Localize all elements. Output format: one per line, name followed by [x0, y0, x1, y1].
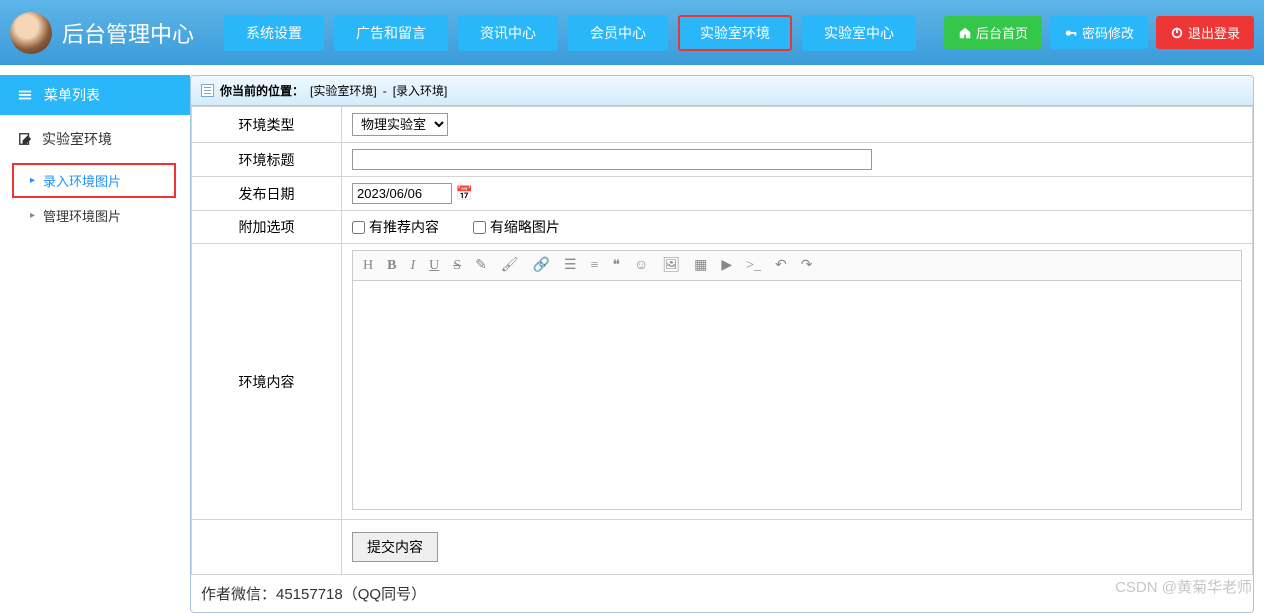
- breadcrumb-part1: [实验室环境]: [310, 82, 377, 99]
- nav-system-settings[interactable]: 系统设置: [224, 15, 324, 51]
- emoji-icon[interactable]: ☺: [634, 258, 648, 274]
- nav-ads-messages[interactable]: 广告和留言: [334, 15, 448, 51]
- logout-button[interactable]: 退出登录: [1156, 16, 1254, 49]
- breadcrumb-prefix: 你当前的位置：: [220, 82, 304, 99]
- extra-options-label: 附加选项: [192, 211, 342, 244]
- thumb-checkbox[interactable]: [473, 221, 486, 234]
- env-content-label: 环境内容: [192, 244, 342, 520]
- breadcrumb-part2: [录入环境]: [393, 82, 448, 99]
- menu-header-label: 菜单列表: [44, 85, 100, 105]
- env-type-label: 环境类型: [192, 107, 342, 143]
- app-title: 后台管理中心: [62, 17, 194, 49]
- menu-section-lab-env[interactable]: 实验室环境: [0, 115, 190, 163]
- brush-icon[interactable]: 🖌: [501, 257, 519, 274]
- nav-lab-env[interactable]: 实验室环境: [678, 15, 792, 51]
- home-icon: [958, 26, 972, 40]
- publish-date-label: 发布日期: [192, 177, 342, 211]
- undo-icon[interactable]: ↶: [775, 257, 787, 274]
- code-icon[interactable]: >_: [746, 258, 761, 274]
- submit-button[interactable]: 提交内容: [352, 532, 438, 562]
- bold-icon[interactable]: B: [387, 258, 396, 274]
- quote-icon[interactable]: ❝: [612, 257, 620, 274]
- recommend-checkbox-wrap[interactable]: 有推荐内容: [352, 217, 439, 237]
- sidebar: 菜单列表 实验室环境 ▸ 录入环境图片 ▸ 管理环境图片: [0, 65, 190, 613]
- thumb-label: 有缩略图片: [490, 217, 560, 237]
- italic-icon[interactable]: I: [410, 258, 415, 274]
- ordered-list-icon[interactable]: ≡: [591, 258, 599, 274]
- content-area: 你当前的位置： [实验室环境]-[录入环境] 环境类型 物理实验室 环境标题: [190, 65, 1264, 613]
- footer-text: 作者微信：45157718（QQ同号）: [191, 575, 1253, 612]
- redo-icon[interactable]: ↷: [801, 257, 813, 274]
- key-icon: [1064, 26, 1078, 40]
- video-icon[interactable]: ▶: [721, 257, 732, 274]
- sidebar-item-manage-image[interactable]: ▸ 管理环境图片: [0, 198, 190, 233]
- document-icon: [201, 84, 214, 97]
- edit-icon: [18, 132, 32, 146]
- nav-bar: 系统设置 广告和留言 资讯中心 会员中心 实验室环境 实验室中心: [224, 15, 934, 51]
- env-title-input[interactable]: [352, 149, 872, 170]
- header-actions: 后台首页 密码修改 退出登录: [944, 16, 1254, 49]
- menu-list-icon: [18, 88, 32, 102]
- calendar-icon[interactable]: 📅: [456, 185, 473, 201]
- home-button-label: 后台首页: [976, 23, 1028, 42]
- link-icon[interactable]: 🔗: [533, 257, 550, 274]
- table-icon[interactable]: ▦: [694, 257, 707, 274]
- env-type-select[interactable]: 物理实验室: [352, 113, 448, 136]
- menu-section-label: 实验室环境: [42, 129, 112, 149]
- nav-member-center[interactable]: 会员中心: [568, 15, 668, 51]
- list-icon[interactable]: ☰: [564, 257, 577, 274]
- menu-header: 菜单列表: [0, 75, 190, 115]
- heading-icon[interactable]: H: [363, 258, 373, 274]
- eraser-icon[interactable]: ✎: [475, 257, 487, 274]
- home-button[interactable]: 后台首页: [944, 16, 1042, 49]
- editor-toolbar: H B I U S ✎ 🖌 🔗 ☰ ≡ ❝ ☺ 🖼: [352, 250, 1242, 280]
- panel: 你当前的位置： [实验室环境]-[录入环境] 环境类型 物理实验室 环境标题: [190, 75, 1254, 613]
- recommend-label: 有推荐内容: [369, 217, 439, 237]
- env-title-label: 环境标题: [192, 143, 342, 177]
- strike-icon[interactable]: S: [453, 258, 461, 274]
- power-icon: [1170, 26, 1184, 40]
- caret-right-icon: ▸: [30, 175, 35, 186]
- avatar: [10, 12, 52, 54]
- password-button-label: 密码修改: [1082, 23, 1134, 42]
- password-button[interactable]: 密码修改: [1050, 16, 1148, 49]
- nav-lab-center[interactable]: 实验室中心: [802, 15, 916, 51]
- recommend-checkbox[interactable]: [352, 221, 365, 234]
- top-header: 后台管理中心 系统设置 广告和留言 资讯中心 会员中心 实验室环境 实验室中心 …: [0, 0, 1264, 65]
- thumb-checkbox-wrap[interactable]: 有缩略图片: [473, 217, 560, 237]
- underline-icon[interactable]: U: [429, 258, 439, 274]
- watermark: CSDN @黄菊华老师: [1115, 576, 1252, 597]
- image-icon[interactable]: 🖼: [662, 257, 680, 274]
- breadcrumb-sep: -: [383, 84, 387, 98]
- logout-button-label: 退出登录: [1188, 23, 1240, 42]
- content-editor[interactable]: [352, 280, 1242, 510]
- nav-info-center[interactable]: 资讯中心: [458, 15, 558, 51]
- sidebar-item-label: 管理环境图片: [43, 206, 121, 225]
- form-table: 环境类型 物理实验室 环境标题 发布日期 📅 附加选项: [191, 106, 1253, 575]
- sidebar-item-add-image[interactable]: ▸ 录入环境图片: [12, 163, 176, 198]
- publish-date-input[interactable]: [352, 183, 452, 204]
- breadcrumb: 你当前的位置： [实验室环境]-[录入环境]: [191, 76, 1253, 106]
- caret-right-icon: ▸: [30, 210, 35, 221]
- sidebar-item-label: 录入环境图片: [43, 171, 121, 190]
